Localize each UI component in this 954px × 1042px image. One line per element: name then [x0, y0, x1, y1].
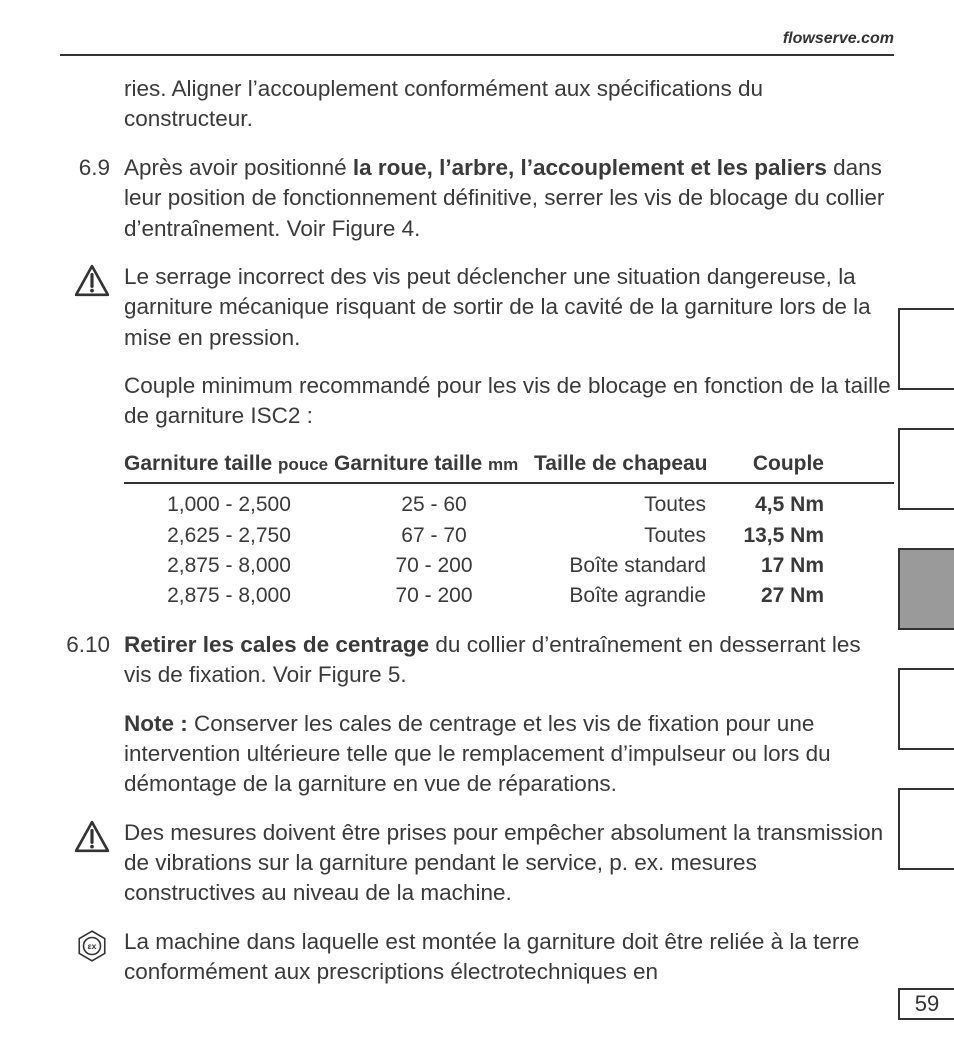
table-row: 2,875 - 8,000 70 - 200 Boîte agrandie 27… [124, 581, 894, 611]
note-body: Conserver les cales de centrage et les v… [124, 711, 831, 797]
cell: 1,000 - 2,500 [124, 490, 334, 520]
cell: 4,5 Nm [724, 490, 824, 520]
side-tab-3-active[interactable] [898, 548, 954, 630]
cell: Toutes [534, 521, 724, 551]
sec69-bold: la roue, l’arbre, l’accouplement et les … [353, 155, 827, 180]
cell: Boîte agrandie [534, 581, 724, 611]
section-number-6-10: 6.10 [60, 630, 124, 691]
cell: Toutes [534, 490, 724, 520]
cell: 25 - 60 [334, 490, 534, 520]
note-label: Note : [124, 711, 188, 736]
couple-intro: Couple minimum recommandé pour les vis d… [124, 371, 894, 432]
side-tabs [898, 308, 954, 870]
header-url: flowserve.com [60, 30, 894, 56]
warning-icon [60, 262, 124, 353]
side-tab-1[interactable] [898, 308, 954, 390]
warning-1-text: Le serrage incorrect des vis peut déclen… [124, 262, 894, 353]
th2a: Garniture taille [334, 452, 488, 475]
side-tab-2[interactable] [898, 428, 954, 510]
ex-atex-icon: εx [60, 927, 124, 988]
cell: 70 - 200 [334, 581, 534, 611]
warning-2-text: Des mesures doivent être prises pour emp… [124, 818, 894, 909]
note-text: Note : Conserver les cales de centrage e… [124, 709, 894, 800]
cell: 70 - 200 [334, 551, 534, 581]
th2b: mm [488, 455, 518, 474]
section-6-9-text: Après avoir positionné la roue, l’arbre,… [124, 153, 894, 244]
table-header-row: Garniture taille pouce Garniture taille … [124, 450, 894, 484]
th4: Couple [724, 450, 824, 478]
cell: 2,875 - 8,000 [124, 551, 334, 581]
th1a: Garniture taille [124, 452, 278, 475]
sec610-bold: Retirer les cales de centrage [124, 632, 429, 657]
warning-icon [60, 818, 124, 909]
table-row: 1,000 - 2,500 25 - 60 Toutes 4,5 Nm [124, 490, 894, 520]
cell: Boîte standard [534, 551, 724, 581]
cell: 27 Nm [724, 581, 824, 611]
ex-text: La machine dans laquelle est montée la g… [124, 927, 894, 988]
sec69-lead: Après avoir positionné [124, 155, 353, 180]
paragraph-continuation: ries. Aligner l’accouplement conformémen… [124, 74, 894, 135]
section-6-10-text: Retirer les cales de centrage du collier… [124, 630, 894, 691]
cell: 2,625 - 2,750 [124, 521, 334, 551]
section-number-6-9: 6.9 [60, 153, 124, 244]
torque-table: Garniture taille pouce Garniture taille … [124, 450, 894, 612]
side-tab-5[interactable] [898, 788, 954, 870]
th3: Taille de chapeau [534, 450, 724, 478]
cell: 67 - 70 [334, 521, 534, 551]
svg-text:εx: εx [88, 941, 97, 951]
cell: 2,875 - 8,000 [124, 581, 334, 611]
side-tab-4[interactable] [898, 668, 954, 750]
page-number: 59 [898, 988, 954, 1020]
table-row: 2,875 - 8,000 70 - 200 Boîte standard 17… [124, 551, 894, 581]
th1b: pouce [278, 455, 328, 474]
cell: 17 Nm [724, 551, 824, 581]
cell: 13,5 Nm [724, 521, 824, 551]
table-row: 2,625 - 2,750 67 - 70 Toutes 13,5 Nm [124, 521, 894, 551]
